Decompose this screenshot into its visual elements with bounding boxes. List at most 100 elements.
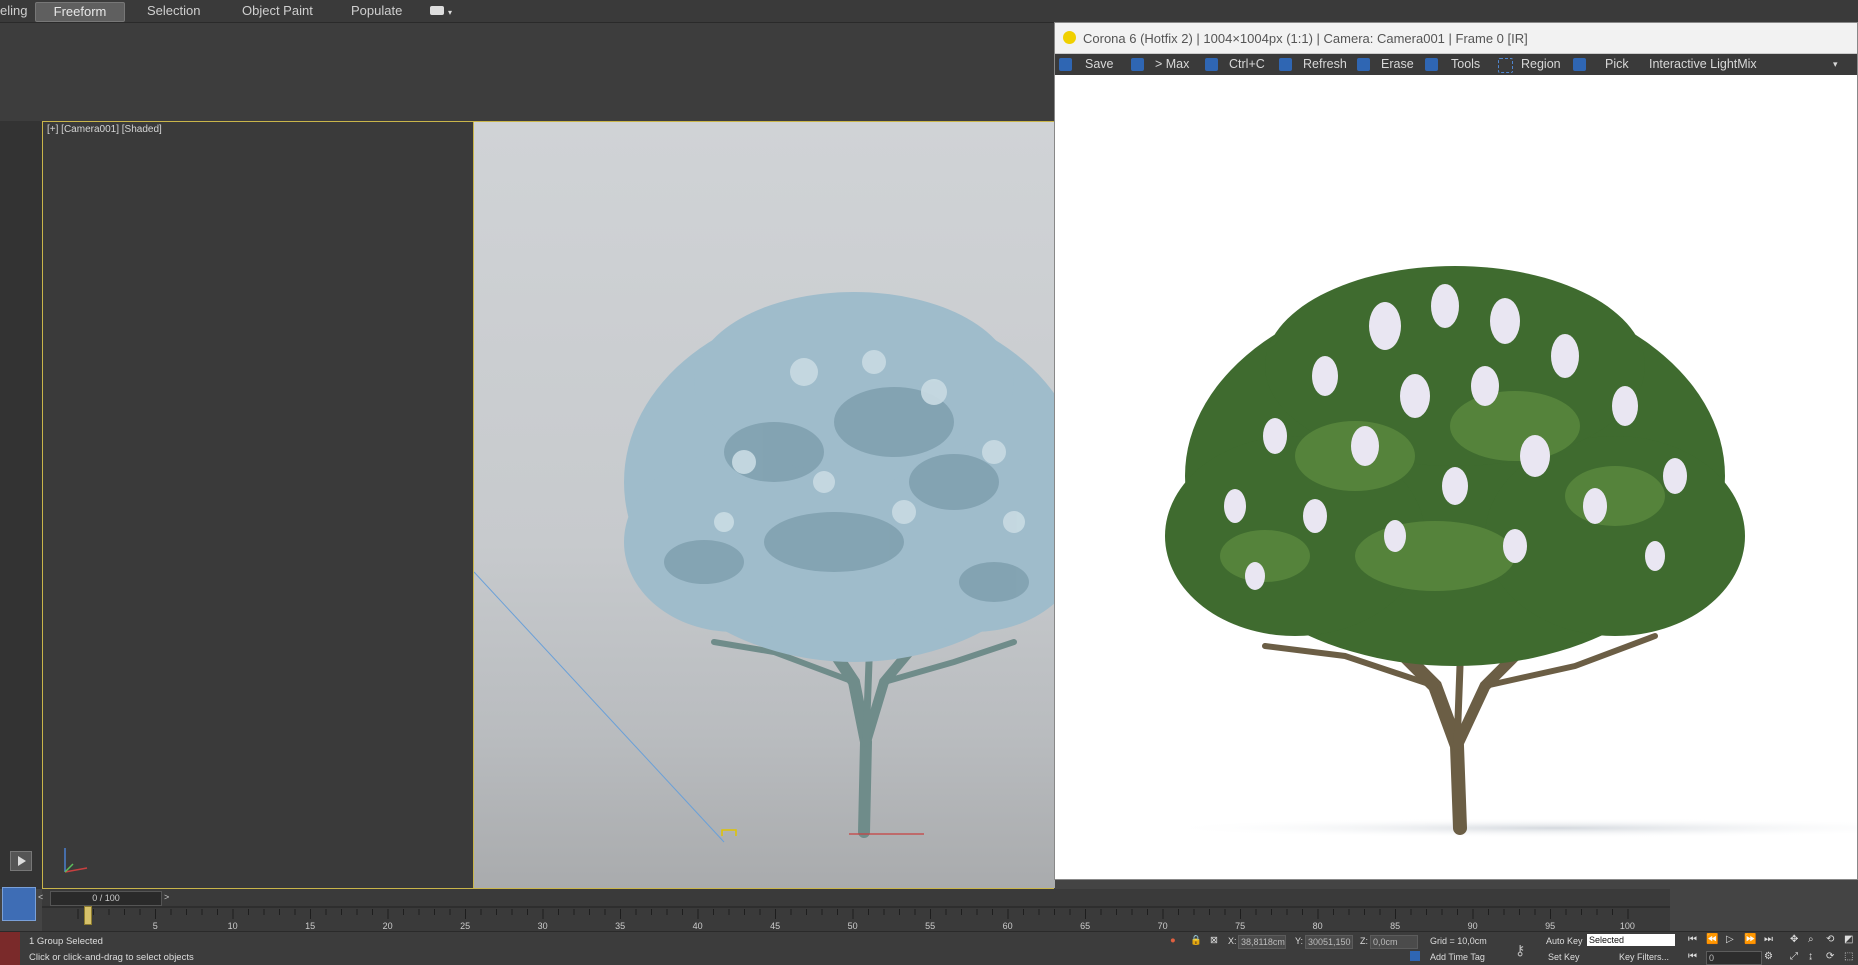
tab-populate[interactable]: Populate <box>351 2 413 20</box>
chevron-down-icon[interactable]: ▾ <box>448 8 452 17</box>
play-icon[interactable] <box>10 851 32 871</box>
timeline-tick-label: 35 <box>615 921 626 931</box>
refresh-button[interactable]: Refresh <box>1303 54 1347 75</box>
tools-button[interactable]: Tools <box>1451 54 1480 75</box>
maximize-viewport-icon[interactable]: ⬚ <box>1844 951 1853 962</box>
auto-key-button[interactable]: Auto Key <box>1546 936 1583 946</box>
tools-icon[interactable] <box>1425 58 1438 71</box>
timeline-tick-label: 40 <box>692 921 703 931</box>
copy-button[interactable]: Ctrl+C <box>1229 54 1265 75</box>
timeline-tick-label: 65 <box>1080 921 1091 931</box>
tab-freeform[interactable]: Freeform <box>35 2 125 22</box>
transform-mode-icon[interactable]: ⊠ <box>1210 935 1218 946</box>
region-button[interactable]: Region <box>1521 54 1561 75</box>
ribbon-options-icon[interactable] <box>430 6 444 15</box>
zoom-icon[interactable]: ⌕ <box>1808 934 1814 945</box>
prompt-line: Click or click-and-drag to select object… <box>29 952 194 963</box>
ribbon-tab-bar: eling Freeform Selection Object Paint Po… <box>0 0 1858 23</box>
render-frame-window[interactable]: Corona 6 (Hotfix 2) | 1004×1004px (1:1) … <box>1054 22 1858 880</box>
timeline-tick-label: 100 <box>1619 921 1635 931</box>
erase-button[interactable]: Erase <box>1381 54 1414 75</box>
timeline-next-button[interactable]: > <box>164 892 169 902</box>
isolate-selection-icon[interactable]: ● <box>1170 935 1176 946</box>
orbit-icon[interactable]: ⟲ <box>1826 934 1834 945</box>
timeline-tick-labels: 5 10 15 20 25 30 35 40 45 50 55 60 65 70… <box>42 921 1670 931</box>
timeline-prev-button[interactable]: < <box>38 892 43 902</box>
play-icon[interactable]: ▷ <box>1726 934 1734 945</box>
save-button[interactable]: Save <box>1085 54 1114 75</box>
current-frame-field[interactable]: 0 <box>1706 951 1762 965</box>
add-time-tag-button[interactable]: Add Time Tag <box>1430 952 1485 962</box>
tab-object-paint[interactable]: Object Paint <box>242 2 332 20</box>
set-key-button[interactable]: Set Key <box>1548 952 1580 962</box>
timeline-tick-label: 90 <box>1467 921 1478 931</box>
timeline-tick-label: 30 <box>537 921 548 931</box>
render-window-title: Corona 6 (Hotfix 2) | 1004×1004px (1:1) … <box>1083 31 1528 46</box>
rendered-tree-image <box>1155 266 1857 838</box>
timeline-tick-label: 25 <box>460 921 471 931</box>
goto-start-icon[interactable]: ⏮ <box>1688 934 1697 945</box>
refresh-icon[interactable] <box>1279 58 1292 71</box>
coord-x-field[interactable]: 38,8118cm <box>1238 935 1286 949</box>
next-frame-icon[interactable]: ⏩ <box>1744 934 1756 945</box>
timeline-tick-label: 85 <box>1390 921 1401 931</box>
maxscript-listener-icon[interactable] <box>0 932 20 965</box>
walkthrough-icon[interactable]: ⤢ <box>1790 951 1798 962</box>
to-max-icon[interactable] <box>1131 58 1144 71</box>
timeline-tick-label: 95 <box>1545 921 1556 931</box>
key-filters-button[interactable]: Key Filters... <box>1619 952 1669 962</box>
key-mode-icon[interactable]: ⏮ <box>1688 951 1697 962</box>
time-config-icon[interactable]: ⚙ <box>1764 951 1773 962</box>
render-window-titlebar[interactable]: Corona 6 (Hotfix 2) | 1004×1004px (1:1) … <box>1055 23 1857 54</box>
grid-size: Grid = 10,0cm <box>1430 936 1487 946</box>
pick-icon[interactable] <box>1573 58 1586 71</box>
timeline: < 0 / 100 > 5 10 15 20 25 30 35 40 45 50… <box>2 887 1670 931</box>
selection-lock-icon[interactable]: 🔒 <box>1190 935 1202 946</box>
lightmix-button[interactable]: Interactive LightMix <box>1649 54 1757 75</box>
rendered-image <box>1055 76 1857 879</box>
timeline-tick-label: 60 <box>1002 921 1013 931</box>
selection-status: 1 Group Selected <box>29 936 103 947</box>
previous-frame-icon[interactable]: ⏪ <box>1706 934 1718 945</box>
viewport-label[interactable]: [+] [Camera001] [Shaded] <box>47 124 162 135</box>
coord-z-label: Z: <box>1360 936 1368 946</box>
time-tag-icon[interactable] <box>1410 951 1420 961</box>
timeline-tick-label: 15 <box>305 921 316 931</box>
timeline-tick-label: 45 <box>770 921 781 931</box>
timeline-tick-label: 55 <box>925 921 936 931</box>
timeline-tick-label: 5 <box>152 921 158 931</box>
copy-icon[interactable] <box>1205 58 1218 71</box>
render-toolbar: Save > Max Ctrl+C Refresh Erase Tools Re… <box>1055 54 1857 75</box>
dolly-icon[interactable]: ↨ <box>1808 951 1813 962</box>
timeline-tick-label: 20 <box>382 921 393 931</box>
viewport-dark-area <box>43 122 473 888</box>
timeline-tick-label: 70 <box>1157 921 1168 931</box>
viewport-layout-button[interactable] <box>2 887 36 921</box>
to-max-button[interactable]: > Max <box>1155 54 1189 75</box>
pick-button[interactable]: Pick <box>1605 54 1629 75</box>
pan-view-icon[interactable]: ✥ <box>1790 934 1798 945</box>
chevron-down-icon[interactable]: ▾ <box>1833 54 1838 75</box>
coord-z-field[interactable]: 0,0cm <box>1370 935 1418 949</box>
tab-modeling[interactable]: eling <box>0 2 27 20</box>
timeline-tick-label: 50 <box>847 921 858 931</box>
coord-y-label: Y: <box>1295 936 1304 946</box>
viewport-tree-model[interactable] <box>474 122 1055 888</box>
key-icon[interactable]: ⚷ <box>1515 942 1525 959</box>
key-set-dropdown[interactable]: Selected <box>1587 934 1675 946</box>
roll-icon[interactable]: ⟳ <box>1826 951 1834 962</box>
coord-x-label: X: <box>1228 936 1237 946</box>
region-icon[interactable] <box>1498 58 1513 73</box>
viewport-shaded-scene <box>473 122 1055 888</box>
timeline-tick-label: 75 <box>1235 921 1246 931</box>
axis-gizmo-icon <box>64 848 88 873</box>
time-slider[interactable]: 0 / 100 <box>50 891 162 906</box>
camera-viewport[interactable]: [+] [Camera001] [Shaded] <box>42 121 1055 889</box>
left-tool-strip <box>0 121 43 889</box>
coord-y-field[interactable]: 30051,150 <box>1305 935 1353 949</box>
erase-icon[interactable] <box>1357 58 1370 71</box>
field-of-view-icon[interactable]: ◩ <box>1844 934 1853 945</box>
goto-end-icon[interactable]: ⏭ <box>1764 934 1773 945</box>
tab-selection[interactable]: Selection <box>147 2 207 20</box>
save-icon[interactable] <box>1059 58 1072 71</box>
